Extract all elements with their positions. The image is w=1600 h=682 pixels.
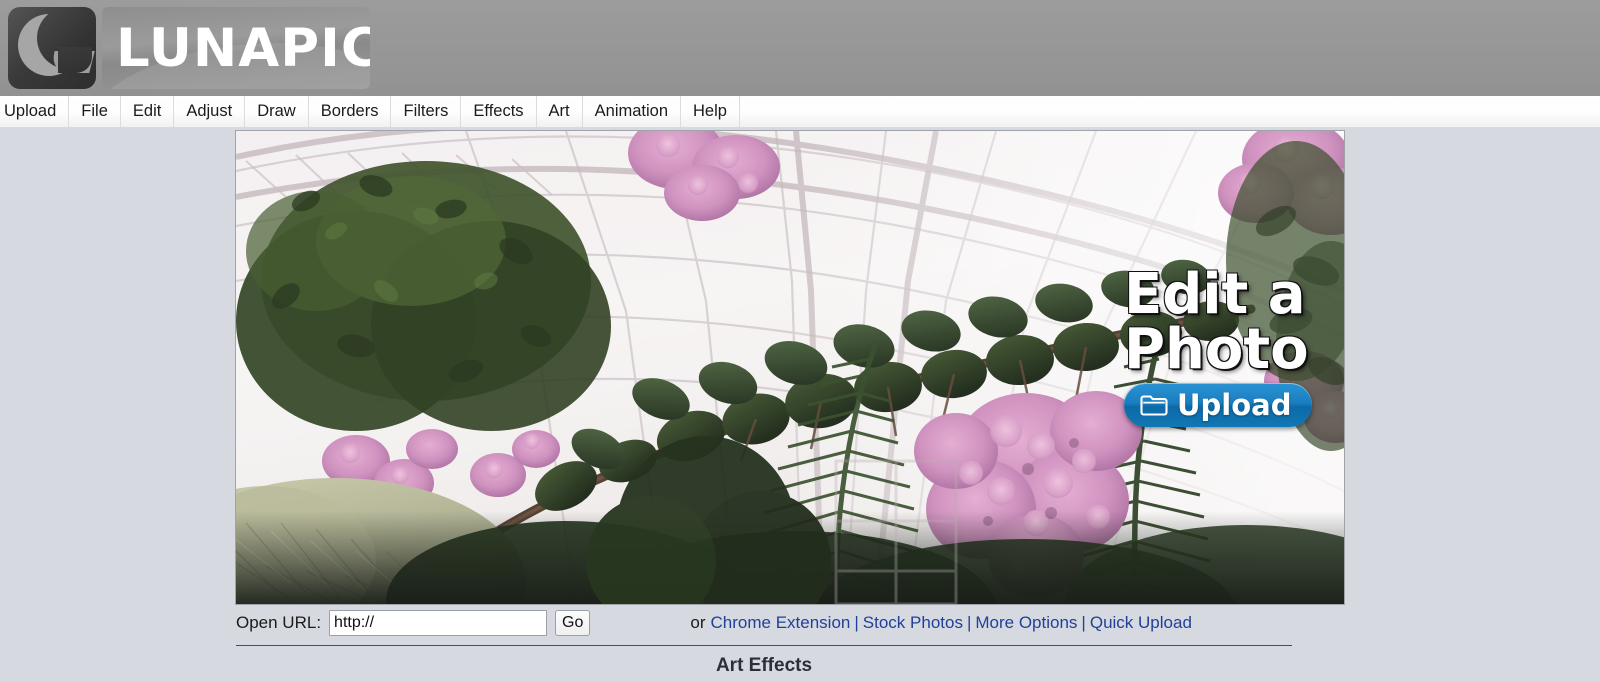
open-url-toolbar: Open URL: Go orChrome Extension|Stock Ph… <box>236 609 1344 637</box>
upload-button[interactable]: Upload <box>1124 383 1312 427</box>
upload-button-label: Upload <box>1177 387 1292 422</box>
photo-canvas[interactable]: Edit a Photo Upload <box>236 131 1344 604</box>
menu-item-effects[interactable]: Effects <box>461 96 537 127</box>
logo-wordmark: LUNAPIC <box>116 17 370 79</box>
page-body: Edit a Photo Upload Open URL: Go or Chrom… <box>0 127 1600 682</box>
link-more-options[interactable]: More Options <box>975 613 1077 632</box>
quick-links: or Chrome Extension | Stock Photos | More Opt… <box>690 613 1192 633</box>
menu-item-help[interactable]: Help <box>681 96 740 127</box>
crescent-moon-logo-icon <box>8 7 96 89</box>
link-chrome-extension[interactable]: Chrome Extension <box>711 613 851 632</box>
main-menu-bar: Upload File Edit Adjust Draw Borders Fil… <box>0 96 1600 128</box>
menu-item-borders[interactable]: Borders <box>309 96 392 127</box>
menu-item-upload[interactable]: Upload <box>0 96 70 127</box>
menu-item-animation[interactable]: Animation <box>583 96 682 127</box>
open-url-input[interactable] <box>329 610 548 636</box>
open-url-label: Open URL: <box>236 613 322 632</box>
or-text: or <box>690 613 706 632</box>
menu-item-file[interactable]: File <box>69 96 121 127</box>
art-effects-section-title: Art Effects <box>715 655 813 676</box>
folder-icon <box>1140 395 1168 416</box>
menu-item-adjust[interactable]: Adjust <box>174 96 246 127</box>
go-button[interactable]: Go <box>555 610 591 636</box>
link-separator-3: | <box>1081 613 1086 632</box>
menu-item-filters[interactable]: Filters <box>391 96 462 127</box>
greenhouse-photo <box>236 131 1344 604</box>
site-header: LUNAPIC <box>0 0 1600 96</box>
link-separator-2: | <box>966 613 972 632</box>
lunapic-logo[interactable]: LUNAPIC <box>8 7 370 89</box>
link-stock-photos[interactable]: Stock Photos <box>863 613 963 632</box>
link-quick-upload[interactable]: Quick Upload <box>1090 613 1192 632</box>
logo-wordmark-plate: LUNAPIC <box>102 7 370 89</box>
link-separator-1: | <box>854 613 859 632</box>
menu-item-edit[interactable]: Edit <box>121 96 175 127</box>
menu-item-draw[interactable]: Draw <box>245 96 309 127</box>
menu-item-art[interactable]: Art <box>537 96 583 127</box>
section-divider <box>236 645 1292 646</box>
